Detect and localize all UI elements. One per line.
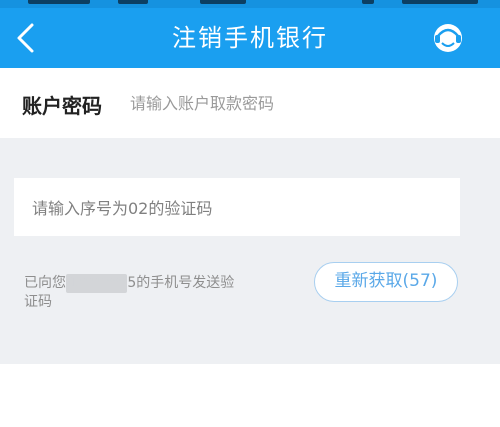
sent-prefix: 已向您 xyxy=(24,275,66,291)
verification-code-box xyxy=(14,178,460,236)
status-bar-fragment xyxy=(28,0,90,4)
bottom-blank-area xyxy=(0,364,500,427)
masked-phone-number: 1**** *** xyxy=(66,274,128,293)
sms-sent-notice: 已向您 1**** *** 5的手机号发送验证码 xyxy=(24,274,244,312)
status-bar xyxy=(0,0,500,8)
status-bar-fragment xyxy=(362,0,374,4)
status-bar-fragment xyxy=(200,0,246,4)
password-input[interactable] xyxy=(128,82,472,124)
verification-code-input[interactable] xyxy=(30,190,444,226)
resend-code-button[interactable]: 重新获取(57) xyxy=(314,262,458,302)
verification-panel: 已向您1**** ***5的手机号发送验证码 重新获取(57) xyxy=(0,138,500,364)
status-bar-fragment xyxy=(402,0,478,4)
password-row: 账户密码 xyxy=(0,68,500,138)
app-header: 注销手机银行 xyxy=(0,0,500,68)
customer-service-icon xyxy=(434,24,462,52)
customer-service-button[interactable] xyxy=(428,20,468,56)
status-bar-fragment xyxy=(118,0,148,4)
password-label: 账户密码 xyxy=(22,94,102,118)
page-title: 注销手机银行 xyxy=(172,24,328,52)
